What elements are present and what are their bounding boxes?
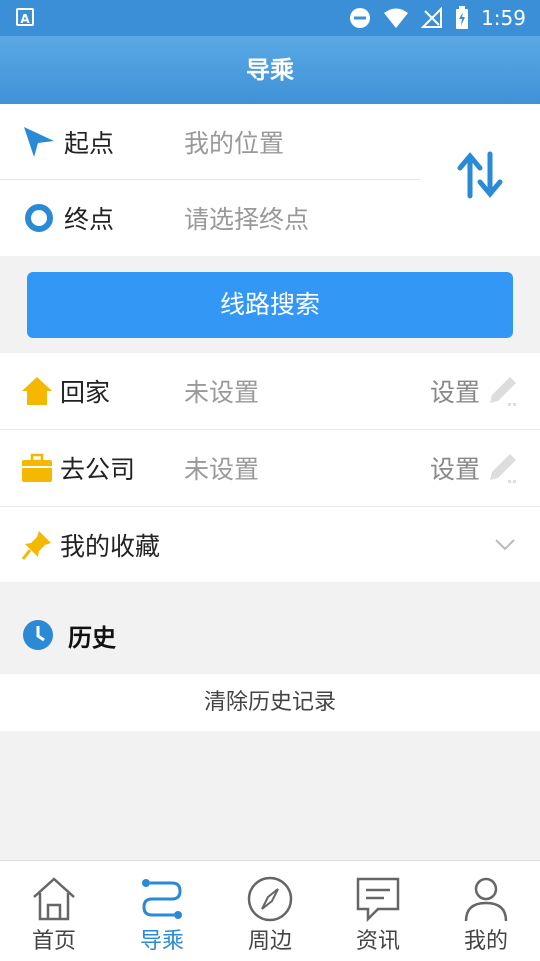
tab-label: 导乘 — [139, 929, 184, 954]
tab-nearby[interactable]: 周边 — [216, 861, 324, 961]
edit-icon[interactable] — [486, 373, 520, 407]
bottom-tab-bar: 首页 导乘 周边 资讯 我的 — [0, 860, 540, 961]
start-value: 我的位置 — [184, 128, 285, 158]
clock-icon — [23, 620, 53, 650]
end-input[interactable]: 请选择终点 — [184, 200, 309, 236]
home-value: 未设置 — [184, 378, 260, 407]
tab-guide[interactable]: 导乘 — [108, 861, 216, 961]
user-icon — [464, 877, 508, 922]
wifi-icon — [384, 8, 409, 28]
message-icon — [356, 877, 400, 923]
quick-list: 回家 未设置 设置 去公司 未设置 设置 我的收藏 — [0, 353, 540, 582]
tab-mine[interactable]: 我的 — [432, 861, 540, 961]
end-label: 终点 — [64, 204, 115, 234]
status-bar: A 1:59 — [0, 0, 540, 36]
tab-label: 首页 — [31, 929, 76, 954]
status-time: 1:59 — [481, 6, 526, 30]
route-search-button[interactable]: 线路搜索 — [27, 272, 513, 338]
list-item-home[interactable]: 回家 未设置 设置 — [0, 353, 540, 429]
tab-news[interactable]: 资讯 — [324, 861, 432, 961]
tab-label: 周边 — [247, 929, 292, 954]
home-icon — [20, 374, 54, 408]
clear-history-button[interactable]: 清除历史记录 — [0, 674, 540, 731]
route-icon — [142, 879, 182, 919]
end-point-row[interactable]: 终点 请选择终点 — [0, 180, 420, 255]
destination-circle-icon — [22, 201, 56, 235]
tab-label: 资讯 — [355, 929, 400, 954]
home-set-button[interactable]: 设置 — [430, 373, 480, 409]
house-icon — [33, 877, 75, 921]
swap-icon[interactable] — [456, 150, 504, 200]
list-item-company[interactable]: 去公司 未设置 设置 — [0, 430, 540, 506]
navigation-arrow-icon — [22, 125, 56, 159]
tab-label: 我的 — [463, 929, 508, 954]
signal-icon — [421, 7, 443, 28]
company-value: 未设置 — [184, 455, 260, 484]
history-header: 历史 — [0, 605, 540, 665]
chevron-down-icon[interactable] — [494, 533, 516, 555]
tab-home[interactable]: 首页 — [0, 861, 108, 961]
compass-icon — [247, 876, 293, 922]
page-title: 导乘 — [0, 36, 540, 104]
app-notification-icon: A — [16, 8, 34, 26]
company-label: 去公司 — [60, 455, 136, 484]
start-label: 起点 — [64, 128, 115, 158]
briefcase-icon — [20, 451, 54, 485]
battery-icon — [456, 6, 469, 29]
start-point-row[interactable]: 起点 我的位置 — [0, 104, 420, 179]
favorites-label: 我的收藏 — [60, 532, 161, 561]
edit-icon[interactable] — [486, 450, 520, 484]
history-title: 历史 — [68, 623, 116, 652]
pin-icon — [20, 528, 54, 562]
status-icons: 1:59 — [349, 0, 526, 36]
home-label: 回家 — [60, 378, 111, 407]
company-set-button[interactable]: 设置 — [430, 450, 480, 486]
dnd-icon — [350, 8, 371, 28]
route-card: 起点 我的位置 终点 请选择终点 — [0, 104, 540, 256]
list-item-favorites[interactable]: 我的收藏 — [0, 507, 540, 583]
